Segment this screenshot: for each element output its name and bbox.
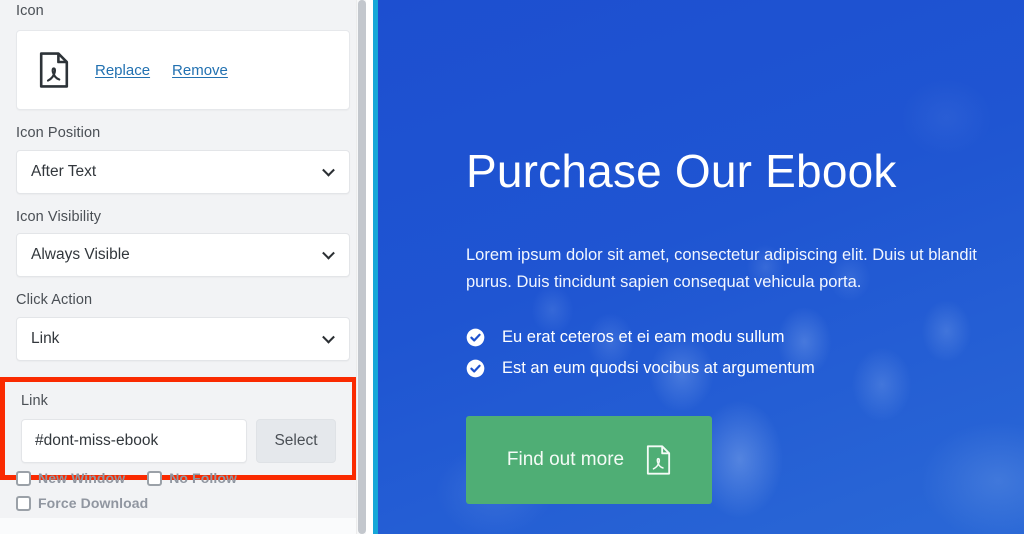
pdf-file-icon <box>647 445 671 476</box>
check-circle-icon <box>466 329 485 347</box>
list-item-label: Est an eum quodsi vocibus at argumentum <box>502 359 815 378</box>
scrollbar-thumb[interactable] <box>358 0 366 534</box>
checkbox-box-icon <box>16 470 31 486</box>
settings-scrollbar[interactable] <box>356 0 366 534</box>
find-out-more-label: Find out more <box>506 449 625 471</box>
icon-section-label: Icon <box>16 3 44 19</box>
checkbox-new-window-label: New Window <box>38 470 126 486</box>
checkbox-box-icon <box>147 470 163 486</box>
field-icon-position: Icon Position After Text <box>16 126 350 194</box>
link-input-value: #dont-miss-ebook <box>35 432 159 449</box>
list-item-label: Eu erat ceteros et ei eam modu sullum <box>502 328 785 347</box>
remove-icon-link[interactable]: Remove <box>172 62 228 79</box>
settings-panel: Icon Replace Remove Icon Position After … <box>0 0 366 534</box>
chevron-down-icon <box>322 246 335 260</box>
icon-position-label: Icon Position <box>16 125 101 141</box>
link-options: New Window No Follow Force Download <box>16 470 346 520</box>
editor-screen: Icon Replace Remove Icon Position After … <box>0 0 1024 534</box>
list-item: Est an eum quodsi vocibus at argumentum <box>466 359 1024 378</box>
icon-visibility-label: Icon Visibility <box>16 208 102 225</box>
chevron-down-icon <box>322 330 335 344</box>
checkbox-box-icon <box>16 495 31 511</box>
icon-preview-card: Replace Remove <box>16 30 350 110</box>
icon-visibility-select[interactable]: Always Visible <box>16 233 350 277</box>
page-preview: Purchase Our Ebook Lorem ipsum dolor sit… <box>378 0 1024 534</box>
click-action-value: Link <box>31 329 60 347</box>
link-field-highlight: Link #dont-miss-ebook Select <box>0 377 357 480</box>
icon-visibility-value: Always Visible <box>31 246 130 263</box>
field-click-action: Click Action Link <box>16 293 350 361</box>
checkbox-new-window[interactable]: New Window <box>16 470 125 486</box>
link-input[interactable]: #dont-miss-ebook <box>21 419 247 463</box>
select-button-label: Select <box>274 432 318 449</box>
checkbox-no-follow-label: No Follow <box>169 470 237 486</box>
pdf-file-icon <box>39 52 69 88</box>
find-out-more-button[interactable]: Find out more <box>466 416 712 505</box>
page-title: Purchase Our Ebook <box>466 145 897 197</box>
click-action-label: Click Action <box>16 292 93 308</box>
feature-list: Eu erat ceteros et ei eam modu sullum Es… <box>466 328 1024 378</box>
link-label: Link <box>21 393 48 409</box>
icon-position-value: After Text <box>31 162 97 180</box>
icon-position-select[interactable]: After Text <box>16 149 350 194</box>
list-item: Eu erat ceteros et ei eam modu sullum <box>466 328 1024 347</box>
checkbox-force-download-label: Force Download <box>38 495 149 511</box>
panel-footer-strip <box>0 518 366 534</box>
panel-divider <box>366 0 373 534</box>
select-button[interactable]: Select <box>256 419 336 463</box>
field-icon-visibility: Icon Visibility Always Visible <box>16 208 350 277</box>
checkbox-force-download[interactable]: Force Download <box>16 495 148 511</box>
checkbox-no-follow[interactable]: No Follow <box>147 470 237 486</box>
hero-paragraph: Lorem ipsum dolor sit amet, consectetur … <box>466 246 977 291</box>
icon-section: Icon Replace Remove <box>16 0 350 110</box>
check-circle-icon <box>466 360 485 378</box>
replace-icon-link[interactable]: Replace <box>95 62 150 79</box>
chevron-down-icon <box>322 163 335 177</box>
click-action-select[interactable]: Link <box>16 316 350 361</box>
